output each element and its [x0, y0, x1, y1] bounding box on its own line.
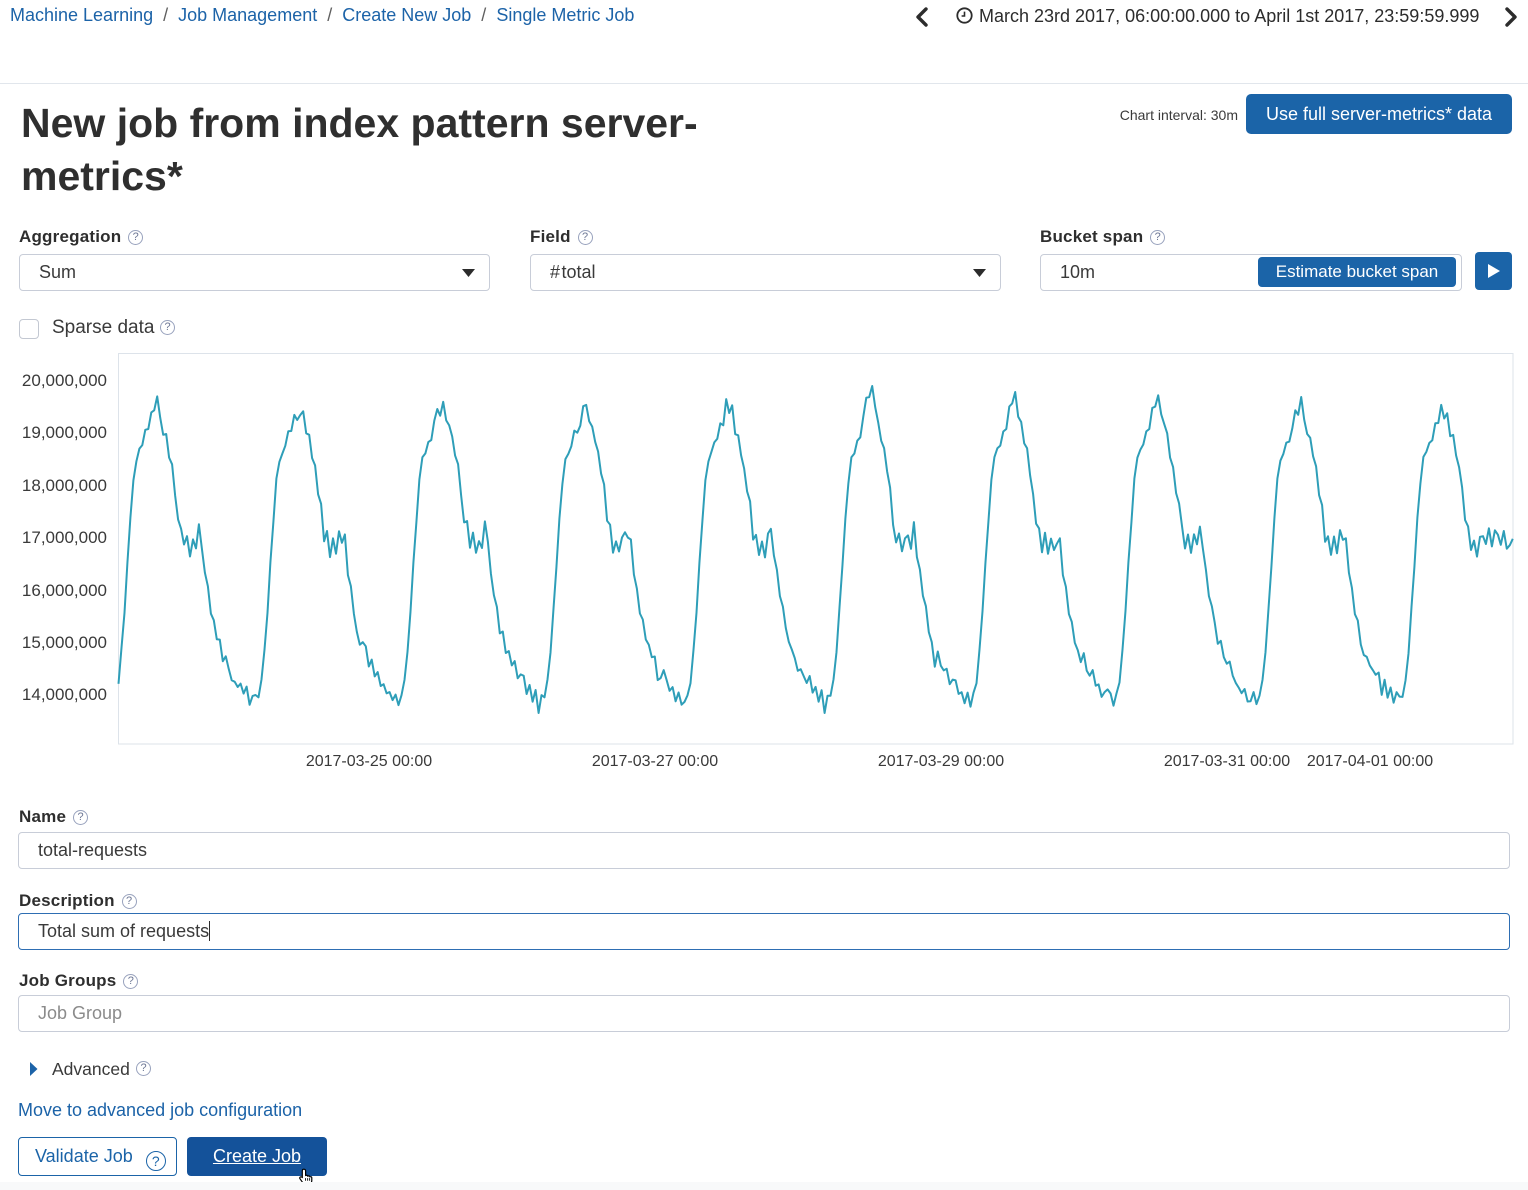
svg-text:20,000,000: 20,000,000: [22, 371, 107, 390]
svg-text:2017-03-29 00:00: 2017-03-29 00:00: [878, 753, 1004, 770]
svg-text:2017-04-01 00:00: 2017-04-01 00:00: [1307, 753, 1433, 770]
svg-text:2017-03-31 00:00: 2017-03-31 00:00: [1164, 753, 1290, 770]
svg-text:2017-03-25 00:00: 2017-03-25 00:00: [306, 753, 432, 770]
svg-text:2017-03-27 00:00: 2017-03-27 00:00: [592, 753, 718, 770]
svg-text:16,000,000: 16,000,000: [22, 581, 107, 600]
svg-text:18,000,000: 18,000,000: [22, 476, 107, 495]
svg-text:19,000,000: 19,000,000: [22, 423, 107, 442]
svg-text:15,000,000: 15,000,000: [22, 633, 107, 652]
svg-text:17,000,000: 17,000,000: [22, 528, 107, 547]
svg-text:14,000,000: 14,000,000: [22, 685, 107, 704]
